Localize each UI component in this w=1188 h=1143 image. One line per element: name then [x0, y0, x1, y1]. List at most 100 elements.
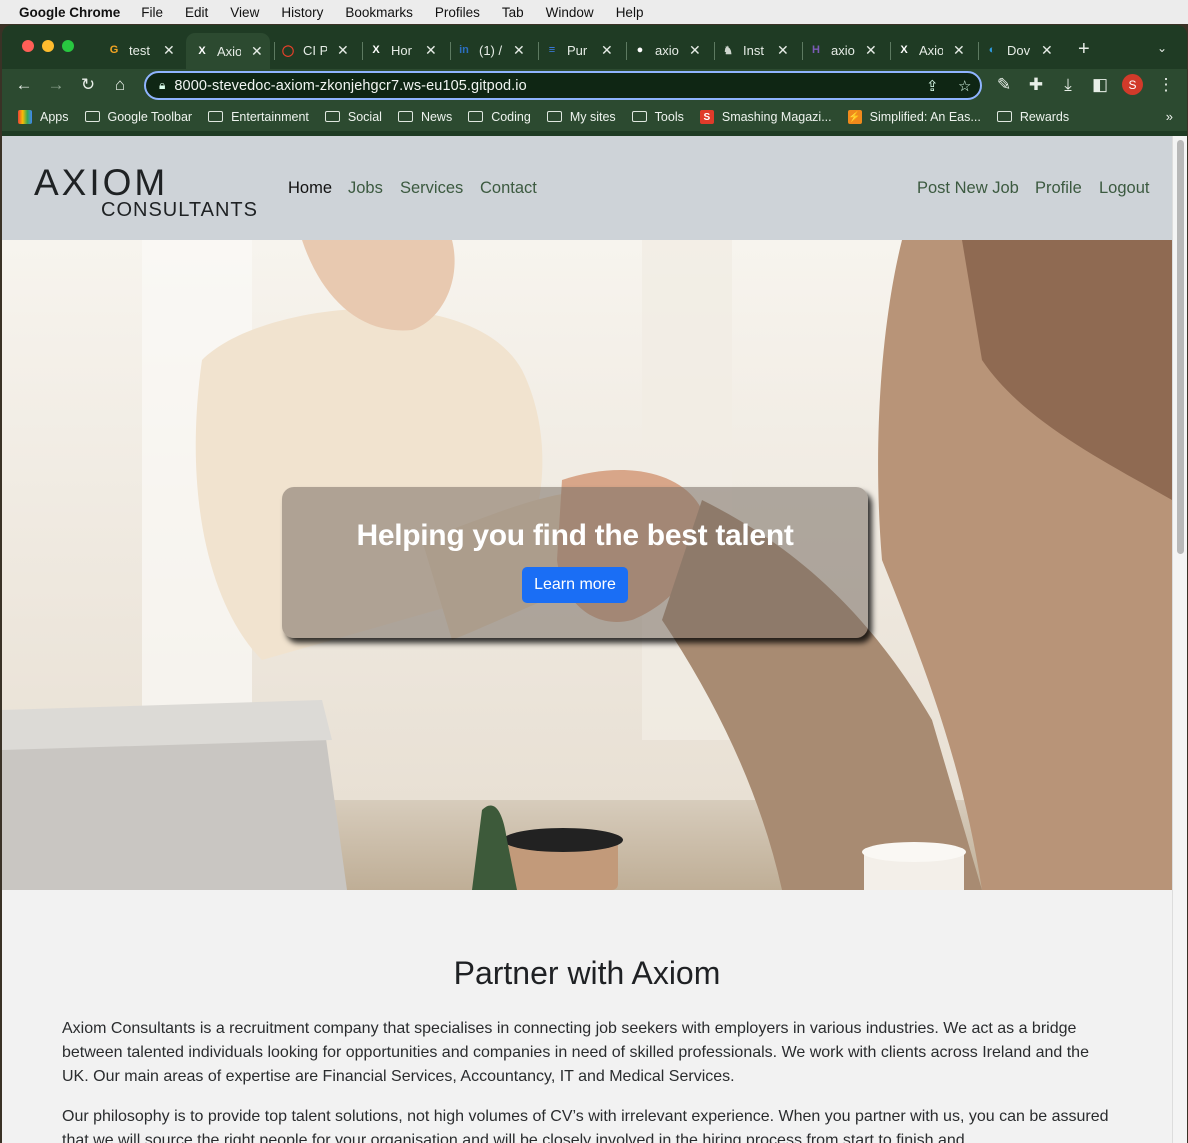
bookmark-6[interactable]: My sites: [546, 110, 616, 124]
page-scrollbar[interactable]: [1172, 136, 1187, 1143]
zoom-window-button[interactable]: [62, 40, 74, 52]
tab-close-icon[interactable]: ✕: [689, 42, 701, 59]
tab-0[interactable]: Gtest ✕: [106, 35, 182, 65]
tab-close-icon[interactable]: ✕: [337, 42, 349, 59]
tab-close-icon[interactable]: ✕: [865, 42, 877, 59]
bookmark-label: Rewards: [1019, 110, 1070, 124]
download-icon[interactable]: ⤓: [1057, 75, 1079, 95]
tab-close-icon[interactable]: ✕: [601, 42, 613, 59]
tab-separator: [450, 42, 451, 60]
bookmark-5[interactable]: Coding: [468, 110, 531, 124]
menubar-tab[interactable]: Tab: [491, 5, 535, 20]
menubar-history[interactable]: History: [270, 5, 334, 20]
site-favicon-icon: ⚡: [847, 110, 862, 124]
axiom-logo[interactable]: AXIOM CONSULTANTS: [34, 164, 258, 222]
browser-window: Gtest ✕ X Axio ✕ ◯ CI P ✕ X Hor ✕ in (1) / ✕ ≡ Pur ✕ ● axi…: [2, 25, 1187, 1143]
tab-separator: [362, 42, 363, 60]
tab-title: axio: [831, 42, 855, 58]
ci-ring-icon: ◯: [281, 44, 295, 57]
share-icon[interactable]: ⇪: [926, 77, 939, 95]
nav-contact-link[interactable]: Contact: [480, 179, 537, 198]
side-panel-icon[interactable]: ◧: [1089, 75, 1111, 95]
tab-8[interactable]: Haxio ✕: [808, 35, 884, 65]
folder-icon: [324, 110, 340, 122]
bookmark-label: My sites: [569, 110, 616, 124]
tab-separator: [538, 42, 539, 60]
tab-4[interactable]: in (1) / ✕: [456, 35, 532, 65]
url-text[interactable]: 8000-stevedoc-axiom-zkonjehgcr7.ws-eu105…: [174, 78, 526, 94]
bookmark-label: Tools: [654, 110, 684, 124]
folder-icon: [996, 110, 1012, 122]
address-bar[interactable]: 🔒︎ 8000-stevedoc-axiom-zkonjehgcr7.ws-eu…: [144, 71, 982, 100]
kebab-menu-icon[interactable]: ⋮: [1155, 75, 1177, 95]
menubar-app-name[interactable]: Google Chrome: [0, 5, 130, 20]
forward-arrow-icon[interactable]: →: [45, 75, 67, 95]
bookmarks-overflow-icon[interactable]: »: [1166, 109, 1173, 124]
back-arrow-icon[interactable]: ←: [13, 75, 35, 95]
tab-2[interactable]: ◯ CI P ✕: [280, 35, 356, 65]
menubar-window[interactable]: Window: [535, 5, 605, 20]
bookmark-9[interactable]: ⚡ Simplified: An Eas...: [847, 110, 981, 124]
nav-jobs-link[interactable]: Jobs: [348, 179, 383, 198]
menubar-bookmarks[interactable]: Bookmarks: [334, 5, 424, 20]
close-window-button[interactable]: [22, 40, 34, 52]
home-icon[interactable]: ⌂: [109, 75, 131, 95]
bookmark-8[interactable]: S Smashing Magazi...: [699, 110, 832, 124]
site-navbar: AXIOM CONSULTANTS Home Jobs Services Con…: [2, 136, 1172, 240]
tab-close-icon[interactable]: ✕: [163, 42, 175, 59]
nav-logout-link[interactable]: Logout: [1099, 179, 1149, 198]
nav-home-link[interactable]: Home: [288, 179, 332, 198]
new-tab-button[interactable]: +: [1078, 38, 1090, 61]
web-page: AXIOM CONSULTANTS Home Jobs Services Con…: [2, 136, 1172, 1143]
tab-close-icon[interactable]: ✕: [777, 42, 789, 59]
linkedin-icon: in: [459, 44, 469, 56]
bookmark-10[interactable]: Rewards: [996, 110, 1070, 124]
menubar-help[interactable]: Help: [605, 5, 655, 20]
site-favicon-icon: S: [699, 110, 714, 124]
minimize-window-button[interactable]: [42, 40, 54, 52]
tab-5[interactable]: ≡ Pur ✕: [544, 35, 620, 65]
menubar-edit[interactable]: Edit: [174, 5, 219, 20]
menubar-profiles[interactable]: Profiles: [424, 5, 491, 20]
tab-separator: [978, 42, 979, 60]
menubar-file[interactable]: File: [130, 5, 174, 20]
bookmark-2[interactable]: Entertainment: [208, 110, 309, 124]
bookmark-3[interactable]: Social: [324, 110, 382, 124]
philosophy-paragraph: Our philosophy is to provide top talent …: [62, 1108, 1109, 1143]
tab-7[interactable]: ♞ Inst ✕: [720, 35, 796, 65]
section-title: Partner with Axiom: [453, 955, 721, 991]
github-icon: ●: [636, 44, 644, 56]
bookmark-4[interactable]: News: [397, 110, 452, 124]
bookmark-0[interactable]: Apps: [18, 110, 69, 124]
hero-overlay-card: Helping you find the best talent Learn m…: [282, 487, 868, 638]
profile-avatar[interactable]: S: [1122, 74, 1143, 95]
nav-services-link[interactable]: Services: [400, 179, 463, 198]
reload-icon[interactable]: ↻: [77, 75, 99, 95]
tab-close-icon[interactable]: ✕: [953, 42, 965, 59]
tab-close-icon[interactable]: ✕: [425, 42, 437, 59]
tab-9[interactable]: X Axio ✕: [896, 35, 972, 65]
tab-close-icon[interactable]: ✕: [251, 43, 263, 60]
menubar-view[interactable]: View: [219, 5, 270, 20]
nav-profile-link[interactable]: Profile: [1035, 179, 1082, 198]
tab-close-icon[interactable]: ✕: [1041, 42, 1053, 59]
learn-more-button[interactable]: Learn more: [522, 567, 628, 603]
heroku-icon: H: [812, 44, 820, 56]
tab-search-chevron-icon[interactable]: ⌄: [1157, 41, 1167, 55]
bookmark-label: Apps: [40, 110, 69, 124]
bookmark-7[interactable]: Tools: [631, 110, 684, 124]
bookmark-1[interactable]: Google Toolbar: [84, 110, 192, 124]
tab-6[interactable]: ● axio ✕: [632, 35, 708, 65]
lock-icon[interactable]: 🔒︎: [159, 78, 165, 93]
tab-title: CI P: [303, 42, 327, 58]
bookmark-label: Simplified: An Eas...: [869, 110, 981, 124]
tab-3[interactable]: X Hor ✕: [368, 35, 444, 65]
nav-post-new-job-link[interactable]: Post New Job: [917, 179, 1019, 198]
tab-1[interactable]: X Axio ✕: [186, 33, 270, 69]
extensions-puzzle-icon[interactable]: ✚: [1025, 75, 1047, 95]
scrollbar-thumb[interactable]: [1177, 140, 1184, 554]
tab-10[interactable]: ◐ Dov ✕: [984, 35, 1060, 65]
eyedropper-extension-icon[interactable]: ✎: [993, 75, 1015, 95]
bookmark-star-icon[interactable]: ☆: [958, 77, 971, 95]
tab-close-icon[interactable]: ✕: [513, 42, 525, 59]
